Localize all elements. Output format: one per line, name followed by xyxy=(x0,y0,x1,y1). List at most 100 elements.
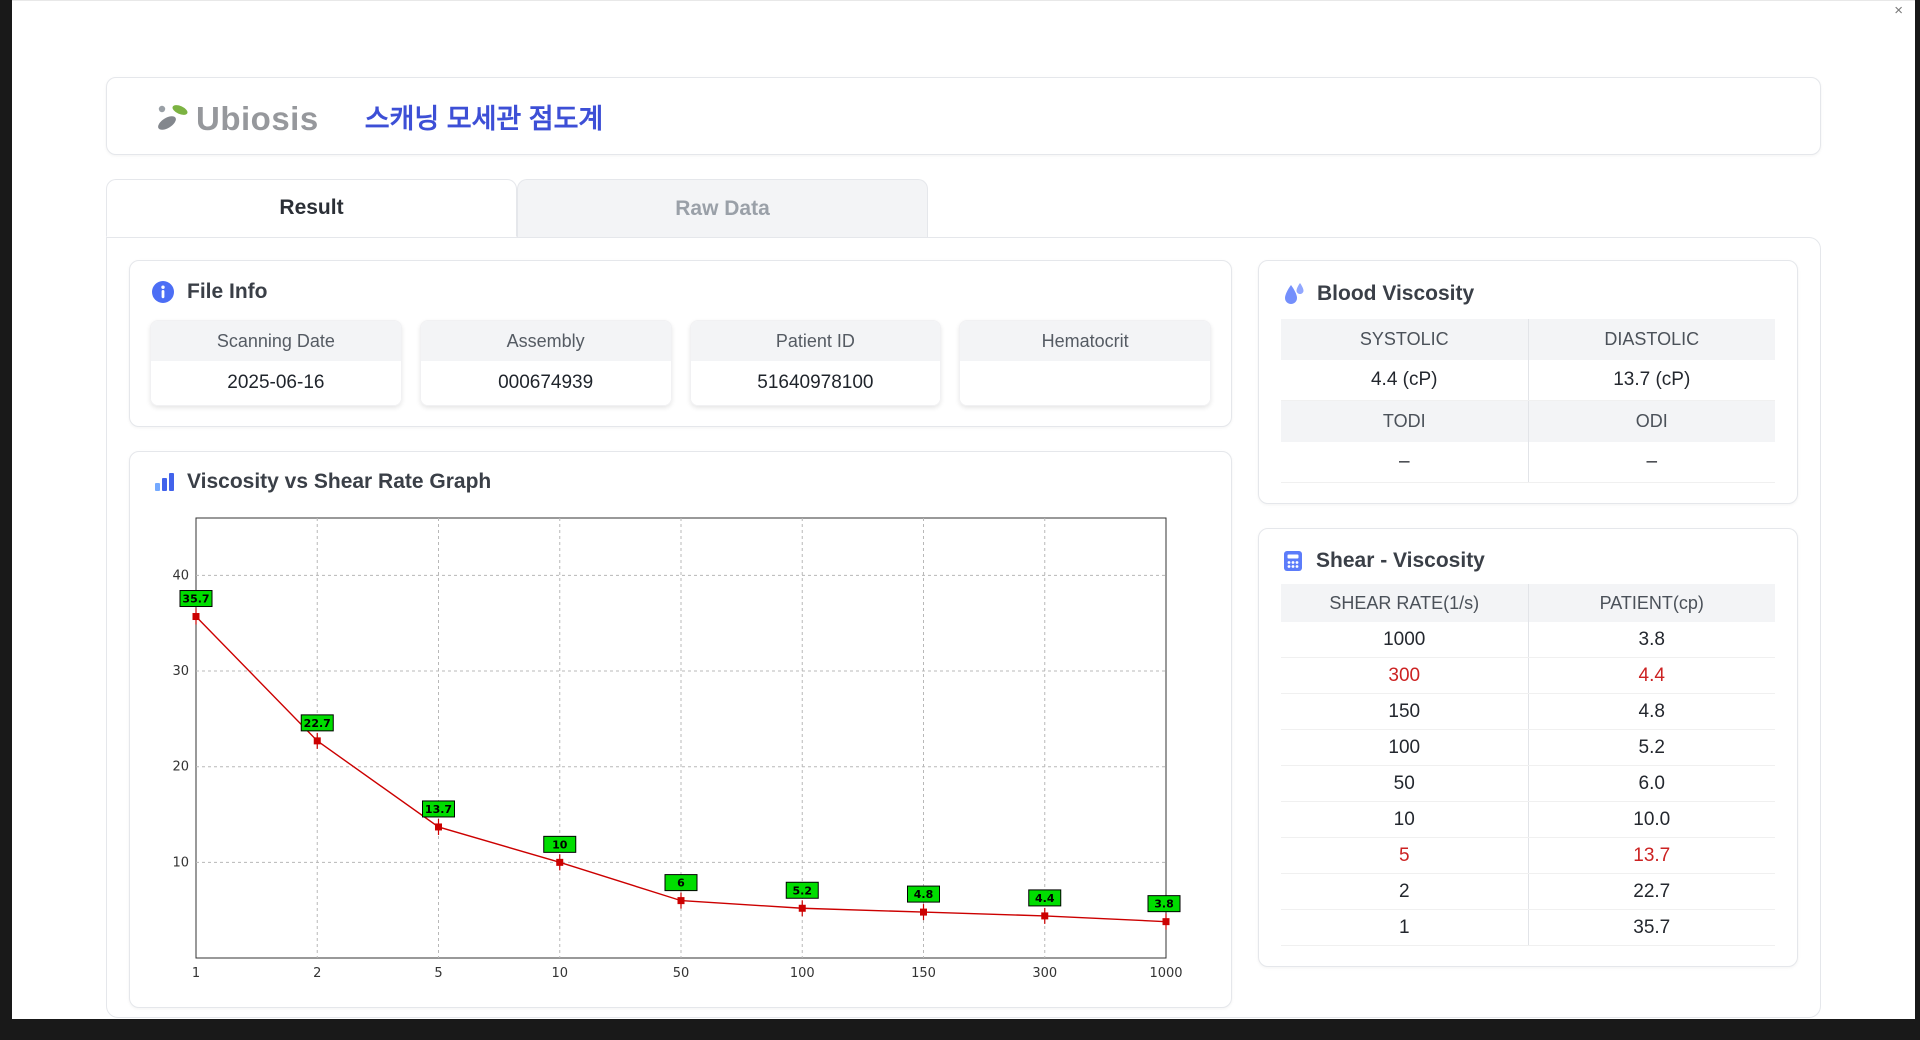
field-scanning-date: Scanning Date 2025-06-16 xyxy=(150,320,402,406)
file-info-title-row: File Info xyxy=(150,279,1211,305)
info-icon xyxy=(150,279,176,305)
app-window: × Ubiosis 스캐닝 모세관 점도계 Result Raw Data Fi… xyxy=(12,0,1915,1019)
table-row: 100 5.2 xyxy=(1281,730,1775,766)
bv-header-odi: ODI xyxy=(1635,411,1668,431)
shear-viscosity-title: Shear - Viscosity xyxy=(1316,549,1485,572)
viscosity-chart: 10 20 30 40 1 2 5 10 50 100 150 300 1000 35.7 22.7 13.7… xyxy=(172,517,1183,981)
sv-shear-value: 50 xyxy=(1281,766,1529,801)
field-label: Patient ID xyxy=(690,321,941,361)
leaf-logo-icon xyxy=(153,97,195,135)
ubiosis-logo: Ubiosis xyxy=(153,97,319,135)
right-column: Blood Viscosity SYSTOLIC DIASTOLIC 4.4 (… xyxy=(1258,260,1798,995)
svg-text:3.8: 3.8 xyxy=(1154,898,1174,911)
svg-text:50: 50 xyxy=(673,966,690,981)
bv-diastolic-value: 13.7 (cP) xyxy=(1613,369,1691,390)
svg-text:100: 100 xyxy=(790,966,815,981)
svg-text:4.4: 4.4 xyxy=(1035,892,1055,905)
svg-text:10: 10 xyxy=(551,966,568,981)
svg-text:2: 2 xyxy=(313,966,321,981)
bv-header-row: TODI ODI xyxy=(1281,401,1775,442)
tab-bar: Result Raw Data xyxy=(106,179,1821,237)
svg-text:30: 30 xyxy=(172,664,189,679)
blood-viscosity-table: SYSTOLIC DIASTOLIC 4.4 (cP) 13.7 (cP) TO… xyxy=(1281,319,1775,483)
tab-raw-data[interactable]: Raw Data xyxy=(517,179,928,237)
bar-chart-icon xyxy=(152,470,176,494)
svg-text:4.8: 4.8 xyxy=(914,888,934,901)
shear-viscosity-title-row: Shear - Viscosity xyxy=(1281,549,1775,573)
page-title: 스캐닝 모세관 점도계 xyxy=(364,103,604,134)
sv-shear-value: 100 xyxy=(1281,730,1529,765)
sv-shear-value: 5 xyxy=(1281,838,1529,873)
svg-text:10: 10 xyxy=(172,855,189,870)
file-info-fields: Scanning Date 2025-06-16 Assembly 000674… xyxy=(150,320,1211,406)
sv-shear-value: 10 xyxy=(1281,802,1529,837)
sv-shear-value: 1000 xyxy=(1281,622,1529,657)
sv-shear-value: 300 xyxy=(1281,658,1529,693)
sv-patient-value: 4.8 xyxy=(1638,700,1665,722)
field-label: Hematocrit xyxy=(960,321,1210,361)
svg-text:40: 40 xyxy=(172,568,189,583)
sv-header-row: SHEAR RATE(1/s) PATIENT(cp) xyxy=(1281,584,1775,622)
file-info-title: File Info xyxy=(187,280,268,303)
table-row: 10 10.0 xyxy=(1281,802,1775,838)
left-column: File Info Scanning Date 2025-06-16 Assem… xyxy=(129,260,1232,1008)
shear-viscosity-table: SHEAR RATE(1/s) PATIENT(cp) 1000 3.8 300… xyxy=(1281,584,1775,946)
sv-shear-value: 2 xyxy=(1281,874,1529,909)
calculator-icon xyxy=(1281,549,1305,573)
svg-text:1000: 1000 xyxy=(1149,966,1182,981)
svg-text:5: 5 xyxy=(434,966,442,981)
svg-text:13.7: 13.7 xyxy=(425,803,452,816)
svg-text:6: 6 xyxy=(677,877,685,890)
tab-result[interactable]: Result xyxy=(106,179,517,237)
page-content: Ubiosis 스캐닝 모세관 점도계 Result Raw Data File… xyxy=(12,77,1915,1018)
bv-systolic-value: 4.4 (cP) xyxy=(1281,360,1529,400)
table-row: 2 22.7 xyxy=(1281,874,1775,910)
field-hematocrit: Hematocrit xyxy=(959,320,1211,406)
chart-container: 10 20 30 40 1 2 5 10 50 100 150 300 1000 35.7 22.7 13.7… xyxy=(152,502,1209,997)
sv-patient-value: 3.8 xyxy=(1638,628,1665,650)
svg-text:20: 20 xyxy=(172,760,189,775)
bv-value-row: – – xyxy=(1281,442,1775,483)
sv-shear-value: 1 xyxy=(1281,910,1529,945)
field-value: 2025-06-16 xyxy=(151,361,401,405)
table-row: 1000 3.8 xyxy=(1281,622,1775,658)
field-value: 51640978100 xyxy=(690,361,941,405)
field-patient-id: Patient ID 51640978100 xyxy=(689,320,942,406)
bv-value-row: 4.4 (cP) 13.7 (cP) xyxy=(1281,360,1775,401)
graph-title-row: Viscosity vs Shear Rate Graph xyxy=(152,470,1209,494)
table-row: 1 35.7 xyxy=(1281,910,1775,946)
table-row: 5 13.7 xyxy=(1281,838,1775,874)
sv-patient-value: 22.7 xyxy=(1633,880,1671,902)
bv-todi-value: – xyxy=(1281,442,1529,482)
bv-header-row: SYSTOLIC DIASTOLIC xyxy=(1281,319,1775,360)
logo-text: Ubiosis xyxy=(196,100,319,137)
app-header: Ubiosis 스캐닝 모세관 점도계 xyxy=(106,77,1821,155)
bv-header-todi: TODI xyxy=(1281,401,1529,442)
field-label: Assembly xyxy=(420,321,671,361)
field-value: 000674939 xyxy=(420,361,671,405)
bv-header-systolic: SYSTOLIC xyxy=(1281,319,1529,360)
result-panel: File Info Scanning Date 2025-06-16 Assem… xyxy=(106,237,1821,1018)
svg-text:300: 300 xyxy=(1032,966,1057,981)
blood-viscosity-title-row: Blood Viscosity xyxy=(1281,281,1775,306)
table-row: 150 4.8 xyxy=(1281,694,1775,730)
graph-title: Viscosity vs Shear Rate Graph xyxy=(187,470,492,493)
svg-text:1: 1 xyxy=(192,966,200,981)
table-row: 300 4.4 xyxy=(1281,658,1775,694)
droplet-icon xyxy=(1281,281,1306,306)
field-label: Scanning Date xyxy=(151,321,401,361)
table-row: 50 6.0 xyxy=(1281,766,1775,802)
bv-header-diastolic: DIASTOLIC xyxy=(1604,329,1700,349)
blood-viscosity-card: Blood Viscosity SYSTOLIC DIASTOLIC 4.4 (… xyxy=(1258,260,1798,504)
bv-odi-value: – xyxy=(1646,451,1658,472)
close-icon[interactable]: × xyxy=(1894,3,1903,18)
graph-card: Viscosity vs Shear Rate Graph 10 20 30 40 1 2… xyxy=(129,451,1232,1008)
blood-viscosity-title: Blood Viscosity xyxy=(1317,281,1475,305)
sv-patient-value: 5.2 xyxy=(1638,736,1665,758)
sv-patient-value: 4.4 xyxy=(1638,664,1665,686)
svg-text:150: 150 xyxy=(911,966,936,981)
sv-patient-value: 10.0 xyxy=(1633,808,1671,830)
sv-col-patient: PATIENT(cp) xyxy=(1599,592,1704,613)
field-value xyxy=(960,361,1210,405)
svg-text:10: 10 xyxy=(552,838,568,851)
